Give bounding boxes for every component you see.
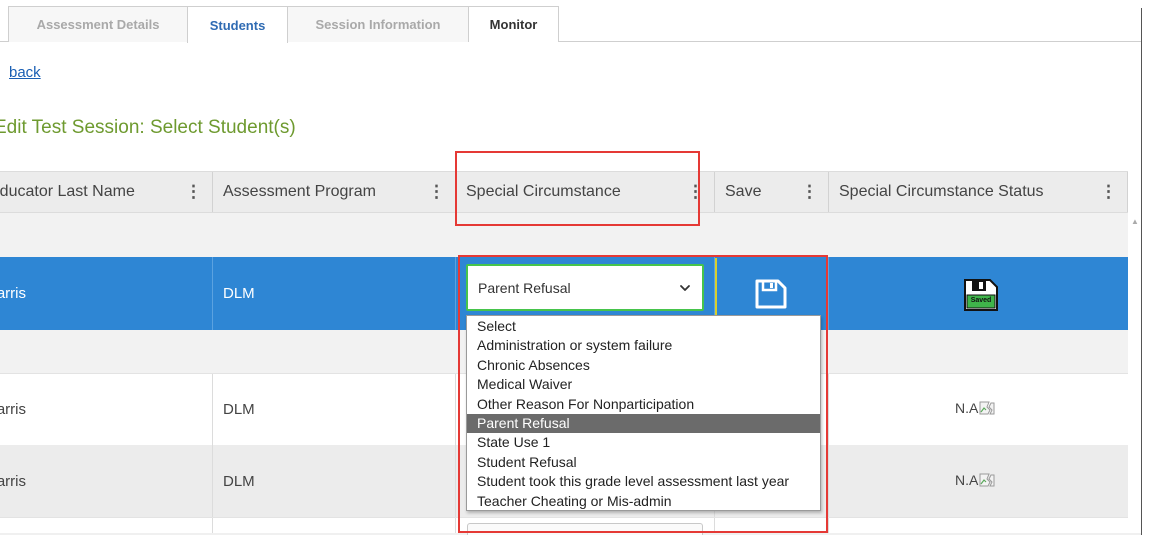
option-teacher-cheating[interactable]: Teacher Cheating or Mis-admin [467,492,820,511]
tab-assessment-details[interactable]: Assessment Details [8,6,188,42]
special-circumstance-select-partial[interactable] [467,523,703,535]
program-name: DLM [223,401,255,418]
column-menu-icon[interactable]: ⋮ [185,183,202,200]
tab-monitor[interactable]: Monitor [468,6,559,42]
tab-bar: Assessment Details Students Session Info… [0,6,1141,43]
scroll-up-icon[interactable]: ▲ [1131,217,1139,226]
program-name: DLM [223,285,255,302]
column-menu-icon[interactable]: ⋮ [428,183,445,200]
broken-image-icon [979,473,995,487]
chevron-down-icon [680,285,690,291]
back-link[interactable]: back [9,64,41,81]
option-select[interactable]: Select [467,317,820,336]
status-value: N.A [955,472,979,488]
page-title: Edit Test Session: Select Student(s) [0,117,306,139]
column-header-assessment-program[interactable]: Assessment Program ⋮ [213,172,456,212]
column-menu-icon[interactable]: ⋮ [801,183,818,200]
status-text: N.A [955,400,995,416]
broken-image-icon [979,401,995,415]
special-circumstance-value: Parent Refusal [478,279,571,296]
option-medical-waiver[interactable]: Medical Waiver [467,375,820,394]
cell-educator: Harris [0,257,213,330]
cell-save [715,518,829,533]
option-other-reason[interactable]: Other Reason For Nonparticipation [467,395,820,414]
column-header-label: Special Circumstance [466,183,621,200]
cell-educator [0,518,213,533]
column-header-save[interactable]: Save ⋮ [715,172,829,212]
column-header-label: Special Circumstance Status [839,183,1044,200]
option-state-use-1[interactable]: State Use 1 [467,433,820,452]
option-student-refusal[interactable]: Student Refusal [467,453,820,472]
column-menu-icon[interactable]: ⋮ [1100,183,1117,200]
page-title-text: Edit Test Session: Select Student(s) [0,117,296,138]
cell-program: DLM [213,374,456,445]
cell-educator: Harris [0,374,213,445]
educator-name: Harris [0,472,26,490]
program-name: DLM [223,472,255,490]
cell-program: DLM [213,257,456,330]
status-value: N.A [955,400,979,416]
educator-name: Harris [0,285,26,302]
column-header-special-circumstance[interactable]: Special Circumstance ⋮ [456,172,715,212]
column-header-label: Educator Last Name [0,183,135,200]
option-student-took-assessment[interactable]: Student took this grade level assessment… [467,472,820,491]
tab-students[interactable]: Students [187,6,288,43]
option-chronic-absences[interactable]: Chronic Absences [467,356,820,375]
cell-program [213,518,456,533]
special-circumstance-options: Select Administration or system failure … [466,315,821,511]
table-header: Educator Last Name ⋮ Assessment Program … [0,171,1128,213]
cell-program: DLM [213,445,456,517]
saved-label: Saved [970,297,992,304]
option-administration-failure[interactable]: Administration or system failure [467,336,820,355]
column-header-special-circumstance-status[interactable]: Special Circumstance Status ⋮ [829,172,1128,212]
saved-floppy-icon: Saved [962,278,1000,312]
educator-name: Harris [0,401,26,418]
column-menu-icon[interactable]: ⋮ [687,183,704,200]
window-edge [1141,8,1142,535]
status-text: N.A [955,472,995,488]
cell-educator: Harris [0,445,213,517]
table-group-row [0,213,1128,257]
floppy-disk-icon[interactable] [752,277,790,311]
tab-session-information[interactable]: Session Information [287,6,469,42]
column-header-label: Save [725,183,762,200]
special-circumstance-select[interactable]: Parent Refusal [466,264,704,311]
option-parent-refusal[interactable]: Parent Refusal [467,413,820,434]
saved-floppy-shape [964,279,998,311]
column-header-label: Assessment Program [223,183,376,200]
column-header-educator-last-name[interactable]: Educator Last Name ⋮ [0,172,213,212]
